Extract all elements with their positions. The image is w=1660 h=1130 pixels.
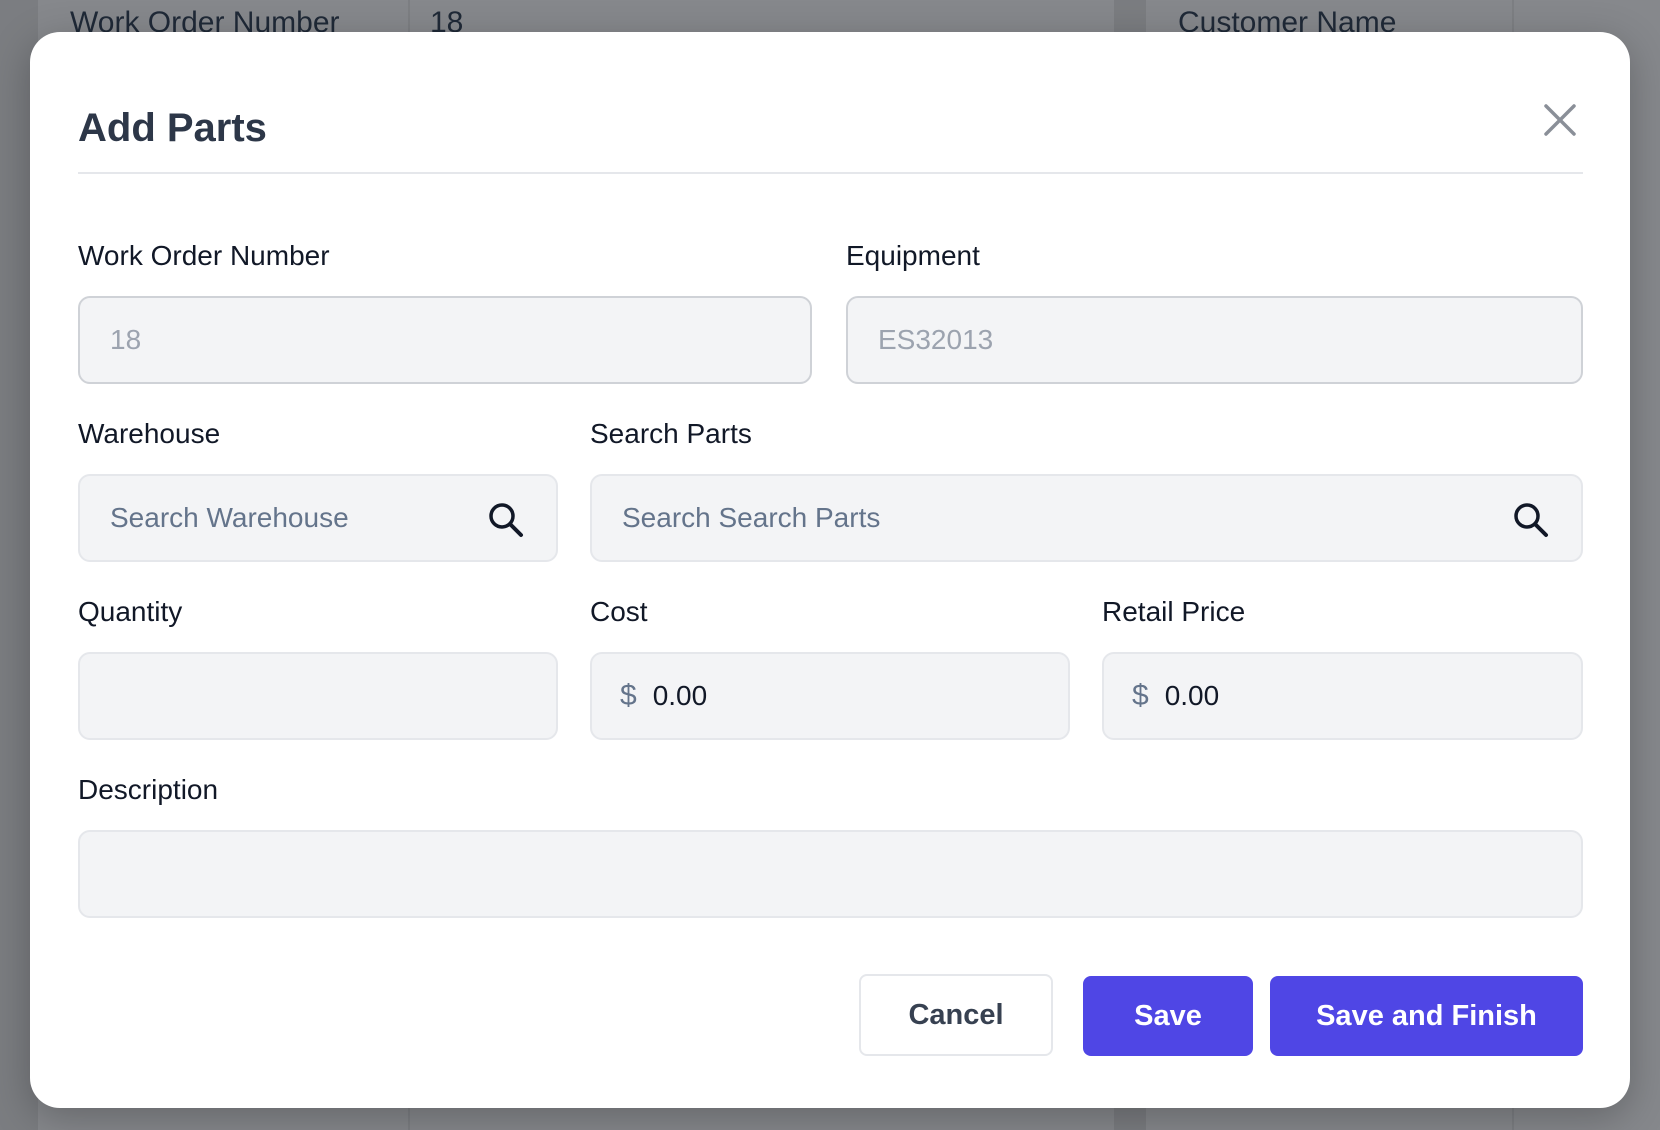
work-order-number-label: Work Order Number bbox=[78, 240, 330, 271]
quantity-field bbox=[78, 652, 558, 740]
header-divider bbox=[78, 172, 1583, 174]
retail-price-input[interactable] bbox=[1148, 654, 1581, 738]
warehouse-field bbox=[78, 474, 558, 562]
search-parts-input[interactable] bbox=[592, 476, 1581, 560]
work-order-number-field bbox=[78, 296, 812, 384]
search-icon[interactable] bbox=[486, 500, 526, 540]
close-icon bbox=[1544, 104, 1576, 136]
modal-title: Add Parts bbox=[78, 106, 267, 150]
work-order-number-input bbox=[80, 298, 810, 382]
warehouse-label: Warehouse bbox=[78, 418, 221, 449]
quantity-input[interactable] bbox=[80, 654, 556, 738]
equipment-field bbox=[846, 296, 1583, 384]
retail-price-field: $ bbox=[1102, 652, 1583, 740]
equipment-input bbox=[848, 298, 1581, 382]
currency-symbol: $ bbox=[1132, 679, 1149, 712]
cost-label: Cost bbox=[590, 596, 648, 627]
search-icon[interactable] bbox=[1511, 500, 1551, 540]
save-and-finish-button[interactable]: Save and Finish bbox=[1270, 976, 1583, 1056]
description-field bbox=[78, 830, 1583, 918]
warehouse-search-input[interactable] bbox=[80, 476, 556, 560]
search-parts-field bbox=[590, 474, 1583, 562]
retail-price-label: Retail Price bbox=[1102, 596, 1246, 627]
description-label: Description bbox=[78, 774, 219, 805]
add-parts-modal: Add Parts Work Order Number Equipment Wa… bbox=[30, 32, 1630, 1108]
equipment-label: Equipment bbox=[846, 240, 980, 271]
save-button[interactable]: Save bbox=[1083, 976, 1253, 1056]
cost-field: $ bbox=[590, 652, 1070, 740]
close-button[interactable] bbox=[1530, 90, 1590, 150]
cost-input[interactable] bbox=[636, 654, 1068, 738]
search-parts-label: Search Parts bbox=[590, 418, 752, 449]
currency-symbol: $ bbox=[620, 679, 637, 712]
cancel-button[interactable]: Cancel bbox=[859, 974, 1053, 1056]
quantity-label: Quantity bbox=[78, 596, 183, 627]
description-input[interactable] bbox=[80, 832, 1581, 916]
